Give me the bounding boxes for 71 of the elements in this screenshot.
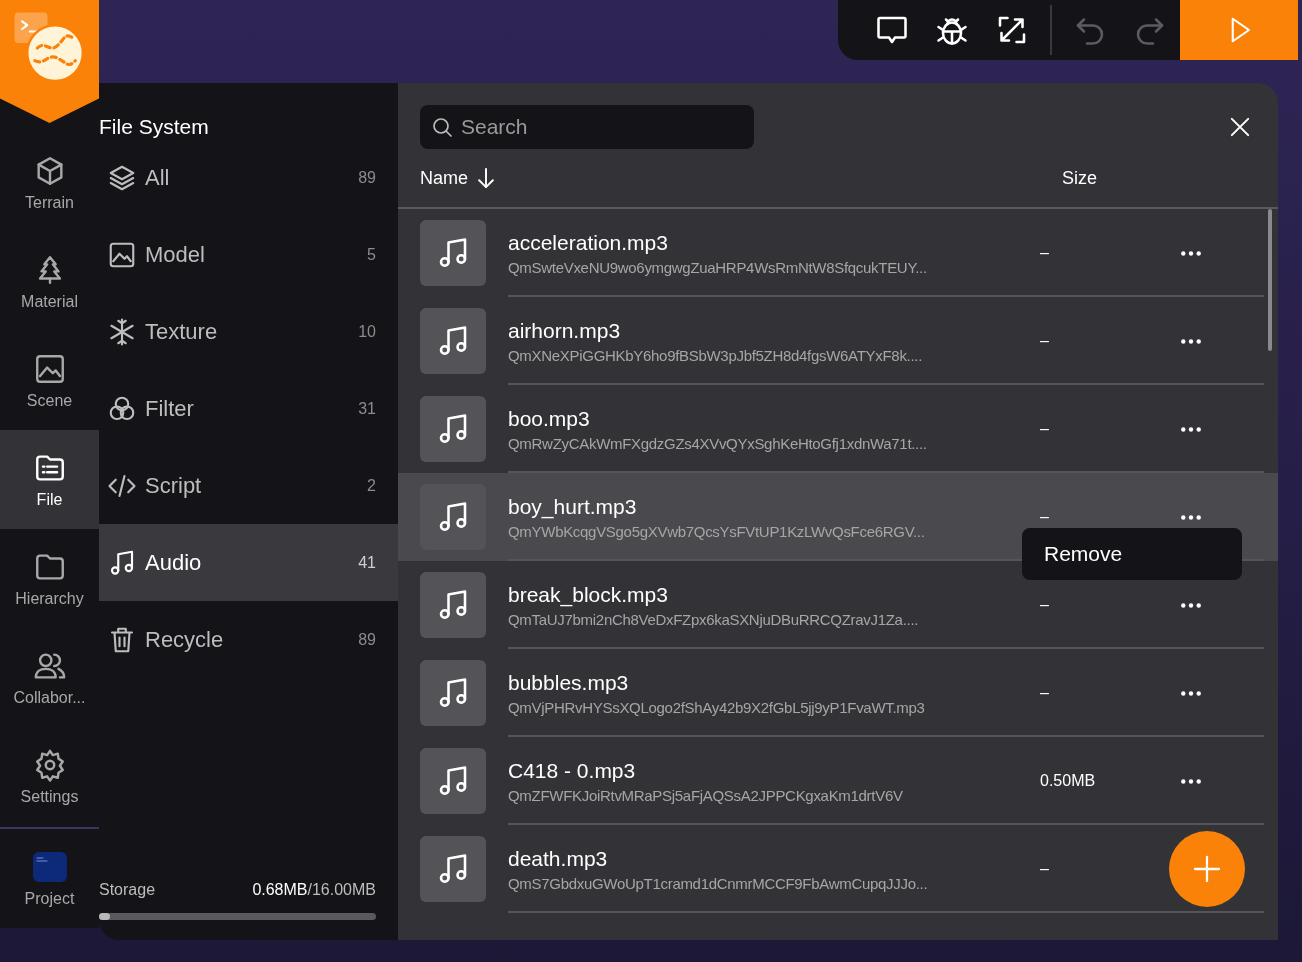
file-hash: QmVjPHRvHYSsXQLogo2fShAy42b9X2fGbL5jj9yP1FvaWT.mp3 — [508, 698, 926, 716]
file-size: – — [1040, 596, 1049, 613]
file-name: bubbles.mp3 — [508, 670, 630, 695]
file-hash: QmXNeXPiGGHKbY6ho9fBSbW3pJbf5ZH8d4fgsW6ATYxF8k.... — [508, 346, 924, 364]
file-size: 0.50MB — [1040, 772, 1096, 789]
category-item[interactable]: Filter 31 — [99, 370, 398, 447]
file-hash: QmSwteVxeNU9wo6ymgwgZuaHRP4WsRmNtW8SfqcukTEUY... — [508, 258, 928, 276]
column-header[interactable]: Name — [420, 167, 468, 189]
menu-item[interactable]: Remove — [1022, 528, 1242, 580]
rail-tab[interactable]: Settings — [0, 727, 99, 826]
storage-label: Storage — [99, 881, 156, 899]
file-name: break_block.mp3 — [508, 582, 669, 607]
search-field[interactable]: Search — [420, 105, 754, 149]
file-size: – — [1040, 244, 1049, 261]
file-size: – — [1040, 508, 1049, 525]
project-thumbnail-icon — [32, 849, 67, 884]
rail-tab[interactable]: Terrain — [0, 133, 99, 232]
file-name: boy_hurt.mp3 — [508, 494, 638, 519]
file-name: death.mp3 — [508, 846, 609, 871]
plus-icon — [1191, 853, 1223, 885]
rail-tab[interactable]: Scene — [0, 331, 99, 430]
more-button[interactable] — [1180, 337, 1202, 345]
rail-tab[interactable]: File — [0, 430, 99, 529]
more-icon — [1180, 249, 1202, 257]
file-row[interactable]: bubbles.mp3 QmVjPHRvHYSsXQLogo2fShAy42b9X2fGbL5jj9yP1FvaWT.mp3 – — [398, 649, 1278, 737]
file-size: – — [1040, 332, 1049, 349]
category-item[interactable]: All 89 — [99, 139, 398, 216]
more-button[interactable] — [1180, 425, 1202, 433]
more-button[interactable] — [1180, 777, 1202, 785]
search-icon — [430, 115, 454, 139]
file-row[interactable]: C418 - 0.mp3 QmZFWFKJoiRtvMRaPSj5aFjAQSsA2JPPCKgxaKm1drtV6V 0.50MB — [398, 737, 1278, 825]
scrollbar[interactable] — [1268, 209, 1272, 351]
file-row[interactable]: acceleration.mp3 QmSwteVxeNU9wo6ymgwgZuaHRP4WsRmNtW8SfqcukTEUY... – — [398, 209, 1278, 297]
more-icon — [1180, 601, 1202, 609]
file-row[interactable]: boo.mp3 QmRwZyCAkWmFXgdzGZs4XVvQYxSghKeHtoGfj1xdnWa71t.... – — [398, 385, 1278, 473]
category-item[interactable]: Model 5 — [99, 216, 398, 293]
category-item[interactable]: Audio 41 — [99, 524, 398, 601]
file-hash: QmZFWFKJoiRtvMRaPSj5aFjAQSsA2JPPCKgxaKm1drtV6V — [508, 786, 904, 804]
file-size: – — [1040, 420, 1049, 437]
rail-tab[interactable]: Hierarchy — [0, 529, 99, 628]
more-icon — [1180, 689, 1202, 697]
file-hash: QmRwZyCAkWmFXgdzGZs4XVvQYxSghKeHtoGfj1xdnWa71t.... — [508, 434, 928, 452]
more-button[interactable] — [1180, 249, 1202, 257]
file-name: boo.mp3 — [508, 406, 591, 431]
more-icon — [1180, 337, 1202, 345]
category-item[interactable]: Recycle 89 — [99, 601, 398, 678]
panel-title: File System — [99, 115, 209, 139]
rail-tab[interactable]: Collabor... — [0, 628, 99, 727]
file-size: – — [1040, 684, 1049, 701]
file-name: acceleration.mp3 — [508, 230, 669, 255]
file-hash: QmS7GbdxuGWoUpT1cramd1dCnmrMCCF9FbAwmCupqJJJo... — [508, 874, 929, 892]
more-button[interactable] — [1180, 689, 1202, 697]
more-icon — [1180, 513, 1202, 521]
more-button[interactable] — [1180, 513, 1202, 521]
storage-usage: 0.68MB/16.00MB — [252, 881, 376, 899]
file-hash: QmTaUJ7bmi2nCh8VeDxFZpx6kaSXNjuDBuRRCQZravJ1Za.... — [508, 610, 920, 628]
rail-tab[interactable]: Material — [0, 232, 99, 331]
more-icon — [1180, 777, 1202, 785]
snowflake-icon — [107, 316, 137, 347]
file-hash: QmYWbKcqgVSgo5gXVwb7QcsYsFVtUP1KzLWvQsFce6RGV... — [508, 522, 926, 540]
file-name: C418 - 0.mp3 — [508, 758, 637, 783]
more-button[interactable] — [1180, 601, 1202, 609]
more-icon — [1180, 425, 1202, 433]
column-header[interactable]: Size — [1062, 167, 1097, 189]
category-item[interactable]: Texture 10 — [99, 293, 398, 370]
project-button[interactable]: Project — [0, 829, 99, 928]
file-name: airhorn.mp3 — [508, 318, 622, 343]
file-row[interactable]: airhorn.mp3 QmXNeXPiGGHKbY6ho9fBSbW3pJbf5ZH8d4fgsW6ATYxF8k.... – — [398, 297, 1278, 385]
file-size: – — [1040, 860, 1049, 877]
file-row[interactable]: death.mp3 QmS7GbdxuGWoUpT1cramd1dCnmrMCCF9FbAwmCupqJJJo... – — [398, 825, 1278, 913]
category-item[interactable]: Script 2 — [99, 447, 398, 524]
